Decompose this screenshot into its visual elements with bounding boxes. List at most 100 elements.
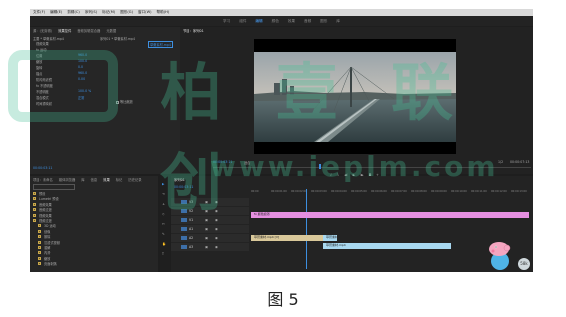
workspace-tab[interactable]: 库 (336, 19, 340, 24)
folder-icon (38, 251, 41, 255)
panel-tab[interactable]: 媒体浏览器 (59, 177, 75, 182)
eye-icon[interactable]: ◉ (215, 227, 218, 231)
effects-tree-item[interactable]: 3D 运动 (38, 223, 56, 228)
effects-tree-item[interactable]: 缩放 (38, 256, 50, 261)
watermark-url: www.ieplm.com (210, 150, 499, 183)
effects-tree-item[interactable]: 音频过渡 (33, 207, 52, 212)
audio-clip-1[interactable]: 草菅素材.mp4 (323, 243, 451, 249)
folder-icon (38, 229, 41, 233)
effects-tree-label: 预设 (39, 192, 46, 196)
workspace-tab[interactable]: 音频 (304, 19, 311, 24)
folder-icon (38, 240, 41, 244)
effects-tree-label: 音频过渡 (39, 208, 52, 213)
effects-tree-item[interactable]: 视频效果 (33, 213, 52, 218)
effects-tree-label: 溶解 (44, 246, 51, 250)
menu-item[interactable]: 窗口(W) (138, 10, 152, 15)
menu-bar: 文件(F) 编辑(E) 剪辑(C) 序列(S) 标记(M) 图形(G) 窗口(W) 帮助(H) (30, 9, 533, 16)
folder-icon (33, 213, 36, 217)
pen-tool-icon[interactable]: ✎ (162, 232, 165, 236)
panel-tab[interactable]: 效果控件 (58, 28, 71, 33)
track-header: A3 ▣ ◉ (171, 243, 249, 251)
panel-tab[interactable]: 源：(无剪辑) (33, 28, 52, 33)
effects-tree-item[interactable]: 音频效果 (33, 202, 52, 207)
sequence-header: 序列01 * 草菅素材.mp4 (100, 37, 135, 41)
menu-item[interactable]: 图形(G) (120, 10, 133, 15)
folder-icon (38, 235, 41, 239)
workspace-bar: 学习 组件 编辑 颜色 效果 音频 图形 库 (30, 16, 533, 26)
effects-panel-tabs: 项目：未命名 媒体浏览器 库 信息 效果 标记 历史记录 (30, 176, 142, 182)
workspace-tab[interactable]: 效果 (288, 19, 295, 24)
lock-icon[interactable]: ▣ (205, 245, 208, 249)
effects-tree-item[interactable]: Lumetri 预设 (33, 196, 59, 201)
watermark-brand: 柏 壹 联 创 (160, 56, 470, 219)
effects-tree-label: 音频效果 (39, 202, 52, 207)
workspace-tab[interactable]: 编辑 (255, 19, 262, 24)
figure-caption: 图 5 (267, 290, 299, 309)
lock-icon[interactable]: ▣ (205, 236, 208, 240)
video-clip-1[interactable]: 草菅素材.mp4 [V] (251, 235, 323, 241)
folder-icon (38, 224, 41, 228)
panel-tab[interactable]: 效果 (103, 177, 110, 182)
effects-tree-item[interactable]: 划像 (38, 229, 50, 234)
workspace-tab[interactable]: 图形 (320, 19, 327, 24)
track-label[interactable]: A1 (189, 227, 193, 231)
panel-tab[interactable]: 库 (81, 177, 84, 182)
track-label[interactable]: A3 (189, 245, 193, 249)
effects-tree-item[interactable]: 视频过渡 (33, 218, 52, 223)
panel-tab[interactable]: 元数据 (106, 28, 116, 33)
effects-tree-item[interactable]: 沉浸式视频 (38, 240, 60, 245)
badge-circle: 58k (518, 258, 530, 270)
track-header: A1 ▣ ◉ (171, 225, 249, 233)
effects-tree-label: 沉浸式视频 (44, 240, 60, 245)
track-label[interactable]: A2 (189, 236, 193, 240)
effects-search-input[interactable] (33, 184, 75, 190)
folder-icon (33, 197, 36, 201)
cartoon-pig-sticker (489, 242, 511, 270)
panel-tab[interactable]: 节目：序列01 (183, 28, 204, 33)
effects-tree-label: 划像 (44, 229, 51, 234)
panel-tab[interactable]: 信息 (91, 177, 98, 182)
track-target-toggle[interactable] (181, 227, 187, 231)
menu-item[interactable]: 序列(S) (85, 10, 97, 15)
effects-tree-label: 内滑 (44, 251, 51, 256)
effect-controls-timecode[interactable]: 00:00:03:11 (33, 166, 52, 170)
menu-item[interactable]: 剪辑(C) (67, 10, 80, 15)
menu-item[interactable]: 文件(F) (33, 10, 45, 15)
workspace-tab[interactable]: 学习 (223, 19, 230, 24)
effects-tree-label: 3D 运动 (44, 224, 56, 229)
program-tabs: 节目：序列01 (180, 27, 204, 33)
folder-icon (33, 219, 36, 222)
eye-icon[interactable]: ◉ (215, 245, 218, 249)
effects-tree-item[interactable]: 预设 (33, 191, 45, 196)
lock-icon[interactable]: ▣ (205, 227, 208, 231)
effects-tree-label: 页面剥落 (44, 262, 57, 267)
panel-tab[interactable]: 音频剪辑混合器 (77, 28, 100, 33)
panel-tab[interactable]: 标记 (116, 177, 123, 182)
hand-tool-icon[interactable]: ✋ (162, 242, 166, 246)
effects-tree-item[interactable]: 擦除 (38, 234, 50, 239)
type-tool-icon[interactable]: T (162, 252, 164, 256)
folder-icon (33, 208, 36, 212)
effects-tree-item[interactable]: 页面剥落 (38, 261, 57, 266)
menu-item[interactable]: 编辑(E) (50, 10, 62, 15)
effects-tree-label: Lumetri 预设 (39, 197, 59, 202)
slip-tool-icon[interactable]: ↔ (162, 222, 165, 226)
eye-icon[interactable]: ◉ (215, 236, 218, 240)
effects-tree-item[interactable]: 溶解 (38, 245, 50, 250)
watermark-logo-icon (8, 50, 118, 122)
effects-tree-item[interactable]: 内滑 (38, 250, 50, 255)
menu-item[interactable]: 标记(M) (102, 10, 115, 15)
panel-tab[interactable]: 项目：未命名 (33, 177, 53, 182)
folder-icon (33, 192, 36, 195)
effects-tree-label: 缩放 (44, 256, 51, 261)
track-target-toggle[interactable] (181, 245, 187, 249)
effect-property-label: 视频效果 (36, 42, 49, 46)
track-target-toggle[interactable] (181, 236, 187, 240)
menu-item[interactable]: 帮助(H) (157, 10, 170, 15)
panel-tab[interactable]: 历史记录 (128, 177, 141, 182)
effects-tree-label: 擦除 (44, 235, 51, 240)
workspace-tab[interactable]: 颜色 (272, 19, 279, 24)
workspace-tab[interactable]: 组件 (239, 19, 246, 24)
equal-scale-checkbox[interactable]: 等比缩放 (116, 99, 133, 104)
video-clip-2[interactable]: 草菅素材.mp4 (323, 235, 337, 241)
